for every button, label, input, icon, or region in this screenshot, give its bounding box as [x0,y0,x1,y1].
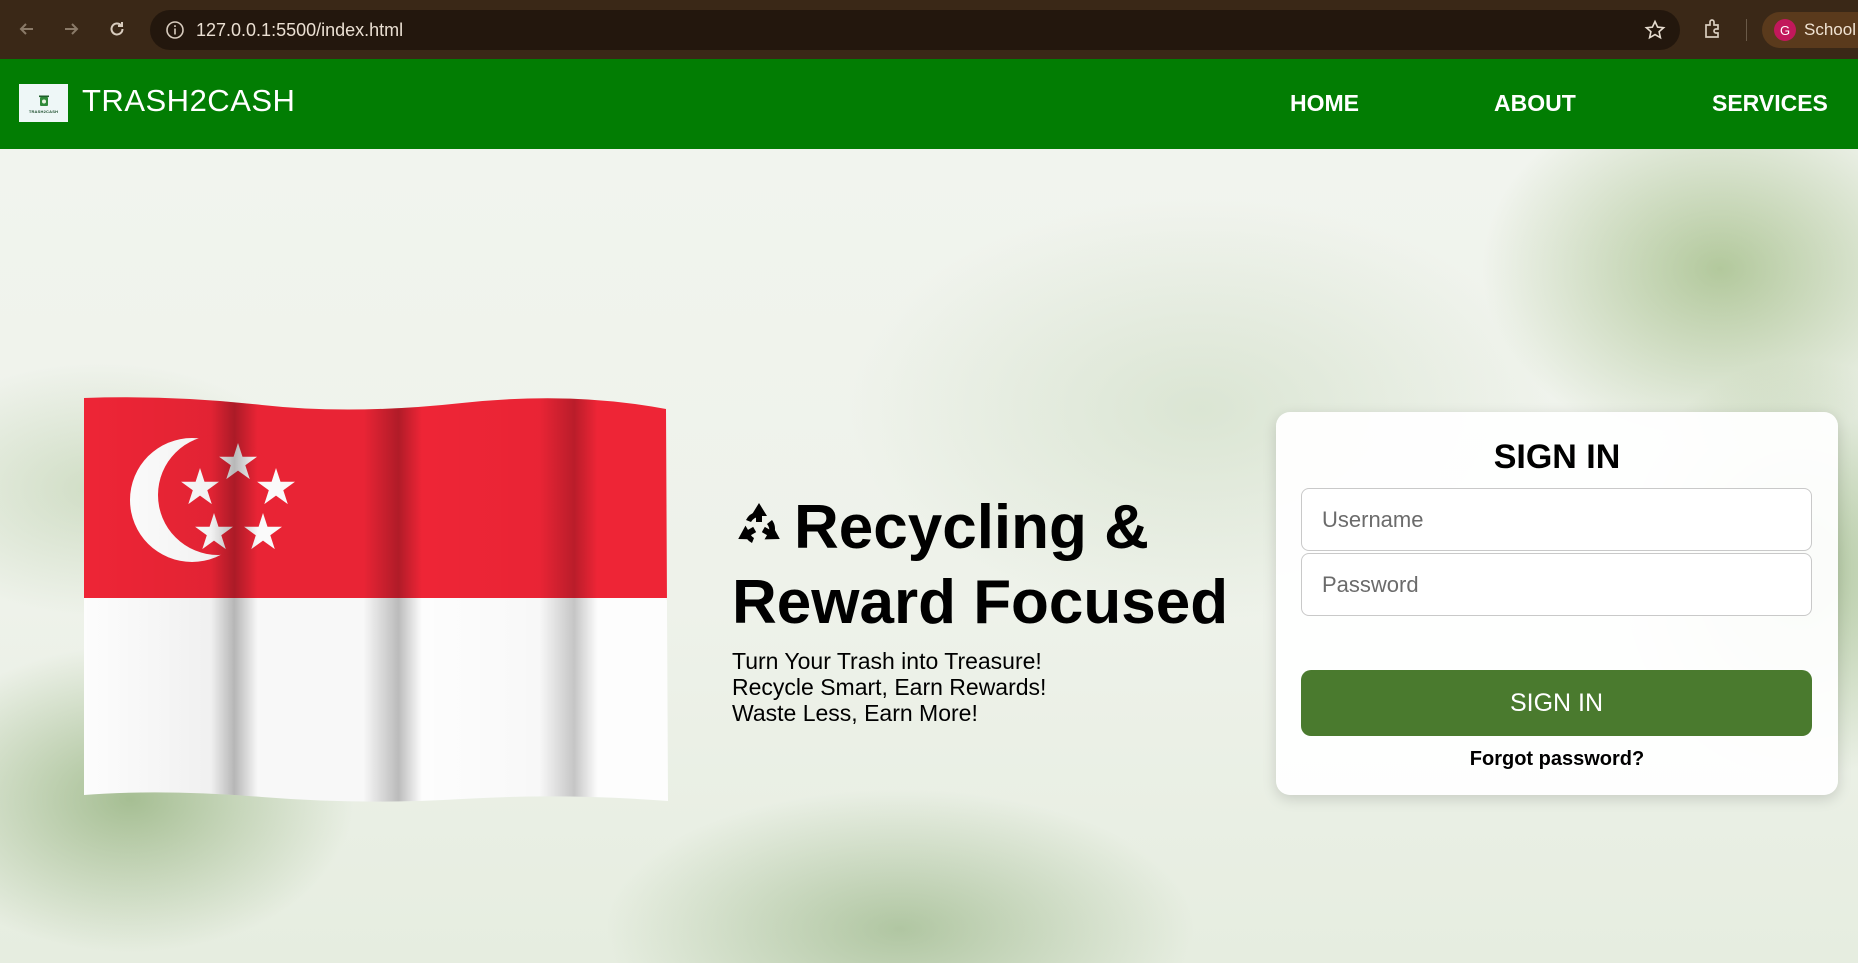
back-button[interactable] [14,16,40,42]
brand-name[interactable]: TRASH2CASH [82,83,295,119]
extensions-puzzle-icon[interactable] [1702,17,1726,41]
site-info-icon[interactable] [164,19,186,41]
profile-button[interactable]: G School [1762,12,1858,48]
signin-title: SIGN IN [1493,438,1621,476]
reload-icon [110,22,124,36]
signin-button[interactable]: SIGN IN [1301,670,1812,736]
singapore-flag-image [84,397,668,802]
password-input[interactable] [1301,553,1812,616]
hero-taglines: Turn Your Trash into Treasure! Recycle S… [732,648,1046,726]
recycle-icon [738,503,780,543]
tagline-2: Recycle Smart, Earn Rewards! [732,674,1047,700]
toolbar-divider [1746,19,1747,41]
reload-button[interactable] [104,16,130,42]
site-header: TRASH2CASH TRASH2CASH HOME ABOUT SERVICE… [0,59,1858,149]
nav-home[interactable]: HOME [1290,90,1359,117]
tagline-1: Turn Your Trash into Treasure! [732,648,1042,674]
url-text[interactable]: 127.0.0.1:5500/index.html [196,20,403,41]
back-arrow-icon [19,23,33,35]
username-input[interactable] [1301,488,1812,551]
hero-headline: Recycling & Reward Focused [732,490,1252,640]
tagline-3: Waste Less, Earn More! [732,700,978,726]
site-logo[interactable]: TRASH2CASH [19,84,68,122]
browser-toolbar: 127.0.0.1:5500/index.html G School [0,0,1858,60]
headline-line1: Recycling & [794,493,1149,562]
forward-arrow-icon [65,23,79,35]
recycle-bin-logo-icon [38,95,49,106]
profile-name: School [1804,20,1856,39]
hero-section: Recycling & Reward Focused Turn Your Tra… [0,149,1858,963]
bookmark-star-icon[interactable] [1644,19,1666,41]
forward-button[interactable] [58,16,84,42]
nav-services[interactable]: SERVICES [1712,90,1828,117]
signin-card: SIGN IN SIGN IN Forgot password? [1276,412,1838,795]
nav-about[interactable]: ABOUT [1494,90,1576,117]
logo-text: TRASH2CASH [28,108,59,114]
address-bar[interactable]: 127.0.0.1:5500/index.html [150,10,1680,50]
forgot-password-link[interactable]: Forgot password? [1276,748,1838,771]
headline-line2: Reward Focused [732,568,1229,637]
avatar: G [1774,19,1796,41]
